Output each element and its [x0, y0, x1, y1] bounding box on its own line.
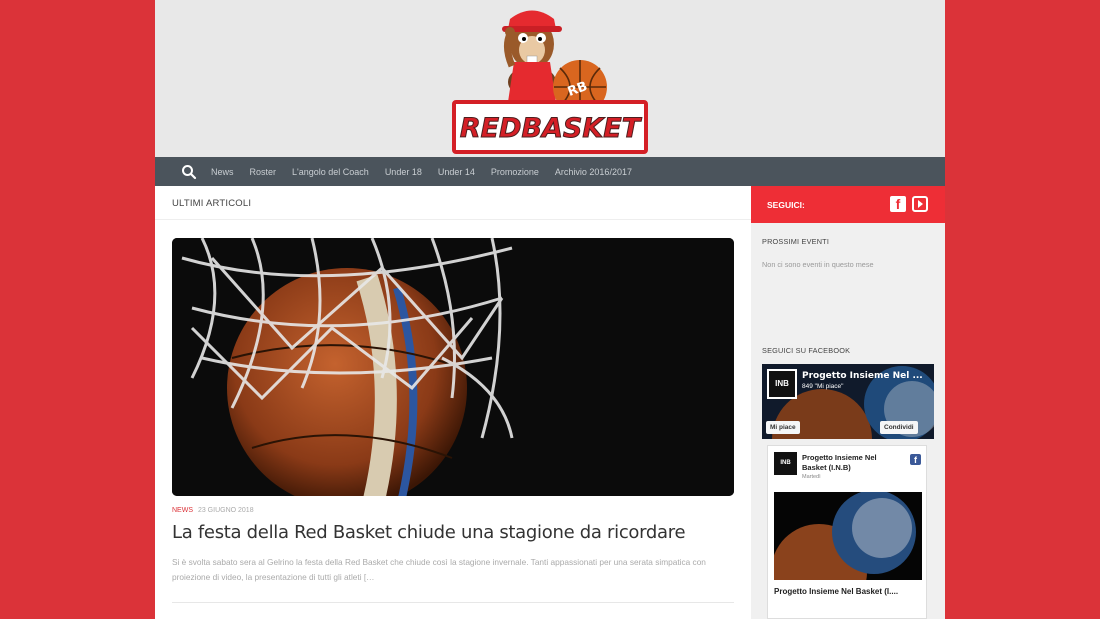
inb-logo: INB [767, 369, 797, 399]
follow-bar: SEGUICI: f [751, 186, 945, 223]
article-date: 23 GIUGNO 2018 [197, 507, 254, 514]
post-day: Martedì [802, 474, 821, 480]
events-widget-title: PROSSIMI EVENTI [762, 237, 830, 246]
facebook-small-icon: f [910, 454, 921, 465]
fb-likes-count: 849 "Mi piace" [802, 383, 844, 390]
site-header: RB REDBASKET [155, 0, 945, 157]
fb-share-button[interactable]: Condividi [880, 421, 918, 434]
main-content: ULTIMI ARTICOLI NEWS 23 GIUGNO 2018 La f… [155, 186, 751, 619]
site-container: RB REDBASKET News Roster L'angolo del Co… [155, 0, 945, 619]
nav-item-news[interactable]: News [211, 167, 234, 177]
post-page-name[interactable]: Progetto Insieme Nel Basket (I.N.B) [802, 453, 902, 473]
svg-text:REDBASKET: REDBASKET [460, 113, 643, 144]
sidebar: SEGUICI: f PROSSIMI EVENTI Non ci sono e… [751, 186, 945, 619]
post-title[interactable]: Progetto Insieme Nel Basket (I.... [774, 587, 924, 596]
fb-share-label: Condividi [884, 424, 914, 431]
nav-item-archivio[interactable]: Archivio 2016/2017 [555, 167, 632, 177]
red-basket-logo[interactable]: RB REDBASKET [452, 2, 648, 154]
article-meta: NEWS 23 GIUGNO 2018 [172, 507, 254, 514]
post-image[interactable] [774, 492, 922, 580]
fb-like-label: Mi piace [770, 424, 796, 431]
divider [172, 602, 734, 603]
facebook-icon[interactable]: f [890, 196, 906, 212]
post-avatar: INB [774, 452, 797, 475]
facebook-page-widget[interactable]: INB Progetto Insieme Nel ... 849 "Mi pia… [762, 364, 934, 439]
fb-like-button[interactable]: Mi piace [766, 421, 800, 434]
main-nav: News Roster L'angolo del Coach Under 18 … [155, 157, 945, 186]
section-title: ULTIMI ARTICOLI [155, 186, 751, 220]
nav-item-roster[interactable]: Roster [250, 167, 277, 177]
article-excerpt: Si è svolta sabato sera al Gelrino la fe… [172, 557, 706, 582]
nav-item-promozione[interactable]: Promozione [491, 167, 539, 177]
facebook-widget-title: SEGUICI SU FACEBOOK [762, 346, 851, 355]
article-category[interactable]: NEWS [172, 507, 193, 514]
nav-item-angolo-del-coach[interactable]: L'angolo del Coach [292, 167, 369, 177]
events-empty-text: Non ci sono eventi in questo mese [762, 260, 874, 269]
follow-label: SEGUICI: [767, 199, 805, 210]
article-title[interactable]: La festa della Red Basket chiude una sta… [172, 522, 742, 543]
article-featured-image[interactable] [172, 238, 734, 496]
facebook-post[interactable]: INB Progetto Insieme Nel Basket (I.N.B) … [767, 445, 927, 619]
fb-page-name[interactable]: Progetto Insieme Nel ... [802, 371, 927, 381]
youtube-icon[interactable] [912, 196, 928, 212]
search-icon[interactable] [181, 164, 197, 180]
nav-item-under-18[interactable]: Under 18 [385, 167, 422, 177]
nav-item-under-14[interactable]: Under 14 [438, 167, 475, 177]
